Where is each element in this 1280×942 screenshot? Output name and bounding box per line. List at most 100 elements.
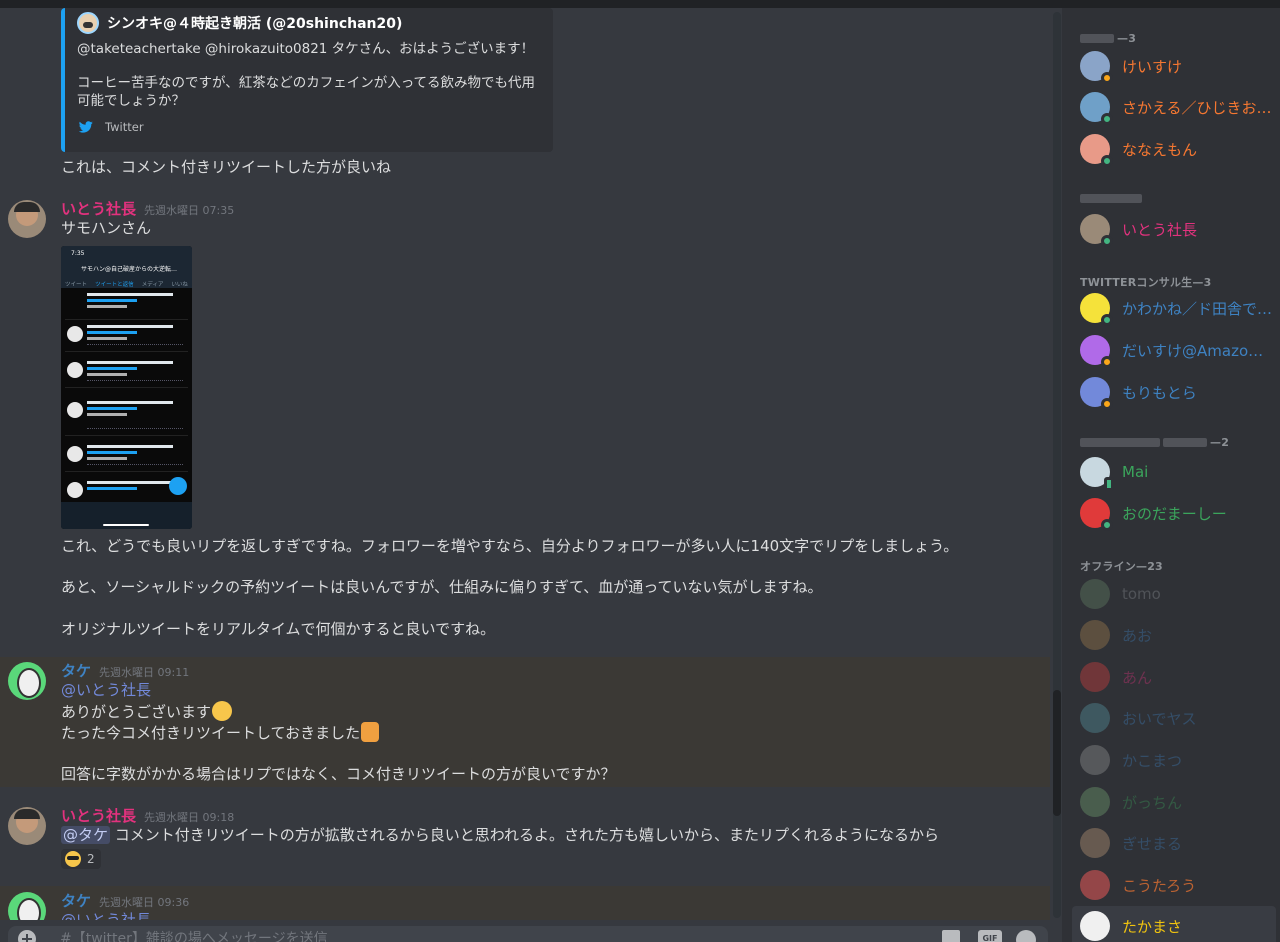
add-attachment-icon[interactable] bbox=[18, 930, 36, 942]
avatar[interactable] bbox=[8, 807, 46, 845]
member-group-header: —2 bbox=[1080, 436, 1229, 449]
avatar bbox=[1080, 293, 1113, 326]
avatar bbox=[1080, 870, 1110, 900]
member-item[interactable]: かこまつ bbox=[1072, 740, 1276, 780]
message-text: ありがとうございます bbox=[61, 703, 212, 721]
message-text: サモハンさん bbox=[61, 219, 152, 237]
avatar bbox=[1080, 134, 1113, 167]
chat-scrollbar[interactable] bbox=[1053, 12, 1061, 918]
member-name: Mai bbox=[1122, 463, 1149, 481]
redacted-role-name bbox=[1080, 194, 1142, 203]
message-input[interactable] bbox=[60, 928, 920, 942]
status-idle-icon bbox=[1101, 398, 1113, 410]
embed-author-avatar bbox=[77, 12, 99, 34]
username[interactable]: いとう社長 bbox=[61, 805, 136, 826]
scrollbar-thumb[interactable] bbox=[1053, 690, 1061, 816]
gift-icon[interactable] bbox=[942, 930, 960, 942]
member-item[interactable]: ぎせまる bbox=[1072, 823, 1276, 863]
username[interactable]: タケ bbox=[61, 890, 91, 911]
screenshot-attachment[interactable]: 7:35 サモハン@自己破産からの大逆転… ツイート ツイートと返信 メディア … bbox=[61, 246, 192, 529]
message-text: 回答に字数がかかる場合はリプではなく、コメ付きリツイートの方が良いですか？ bbox=[61, 765, 616, 783]
member-name: あお bbox=[1122, 626, 1153, 645]
embed-author-name[interactable]: シンオキ@４時起き朝活 (@20shinchan20) bbox=[107, 13, 402, 33]
discord-logo-icon bbox=[1080, 662, 1110, 692]
username[interactable]: いとう社長 bbox=[61, 198, 136, 219]
member-name: かわかね／ド田舎で… bbox=[1122, 299, 1272, 318]
message-text: オリジナルツイートをリアルタイムで何個かすると良いですね。 bbox=[61, 620, 496, 638]
status-mobile-icon bbox=[1104, 477, 1114, 491]
member-item[interactable]: さかえる／ひじきお… bbox=[1072, 87, 1276, 127]
avatar[interactable] bbox=[8, 662, 46, 700]
twitter-icon bbox=[79, 121, 93, 133]
relieved-face-emoji bbox=[212, 701, 233, 721]
attachment-tab: ツイート bbox=[65, 282, 88, 288]
username[interactable]: タケ bbox=[61, 660, 91, 681]
attachment-tweet bbox=[65, 442, 188, 472]
avatar bbox=[1080, 498, 1113, 531]
avatar bbox=[1080, 579, 1110, 609]
member-name: けいすけ bbox=[1122, 57, 1183, 76]
avatar bbox=[1080, 828, 1110, 858]
embed-author[interactable]: シンオキ@４時起き朝活 (@20shinchan20) bbox=[77, 12, 402, 34]
embed-footer: Twitter bbox=[79, 120, 144, 134]
avatar bbox=[1080, 51, 1113, 84]
member-item[interactable]: だいすけ@Amazonで… bbox=[1072, 330, 1276, 370]
member-item[interactable]: もりもとら bbox=[1072, 372, 1276, 412]
member-name: いとう社長 bbox=[1122, 220, 1198, 239]
avatar bbox=[1080, 214, 1113, 247]
member-item[interactable]: tomo bbox=[1072, 574, 1276, 614]
avatar bbox=[1080, 457, 1114, 491]
person-raising-hand-emoji bbox=[361, 722, 380, 742]
twitter-embed[interactable]: シンオキ@４時起き朝活 (@20shinchan20) @taketeacher… bbox=[61, 8, 553, 152]
message-line: @タケ コメント付きリツイートの方が拡散されるから良いと思われるよ。された方も嬉… bbox=[61, 825, 939, 845]
attachment-tweet bbox=[65, 290, 188, 320]
message-header: タケ 先週水曜日 09:11 bbox=[61, 660, 189, 681]
status-online-icon bbox=[1101, 235, 1113, 247]
attachment-tab: いいね bbox=[171, 282, 188, 288]
member-item[interactable]: こうたろう bbox=[1072, 865, 1276, 905]
discord-logo-icon bbox=[1080, 377, 1113, 410]
member-item[interactable]: かわかね／ド田舎で… bbox=[1072, 288, 1276, 328]
member-name: おのだまーしー bbox=[1122, 504, 1227, 523]
user-mention[interactable]: @いとう社長 bbox=[61, 680, 151, 700]
member-item[interactable]: がっちん bbox=[1072, 782, 1276, 822]
user-mention[interactable]: @タケ bbox=[61, 826, 111, 844]
member-name: tomo bbox=[1122, 585, 1161, 603]
avatar bbox=[1080, 620, 1110, 650]
gif-icon[interactable]: GIF bbox=[978, 930, 1002, 942]
message-text: これは、コメント付きリツイートした方が良いね bbox=[61, 158, 392, 176]
embed-description: @taketeachertake @hirokazuito0821 タケさん、お… bbox=[77, 40, 547, 110]
message-header: タケ 先週水曜日 09:36 bbox=[61, 890, 189, 911]
member-name: ぎせまる bbox=[1122, 834, 1183, 853]
member-item[interactable]: けいすけ bbox=[1072, 46, 1276, 86]
member-name: あん bbox=[1122, 668, 1153, 687]
member-name: ななえもん bbox=[1122, 140, 1198, 159]
member-name: だいすけ@Amazonで… bbox=[1122, 341, 1272, 360]
timestamp: 先週水曜日 09:11 bbox=[99, 666, 190, 679]
message-header: いとう社長 先週水曜日 09:18 bbox=[61, 805, 234, 826]
member-item[interactable]: おいでヤス bbox=[1072, 698, 1276, 738]
member-item[interactable]: たかまさ bbox=[1072, 906, 1276, 942]
message-line: ありがとうございます bbox=[61, 701, 233, 722]
member-group-header bbox=[1080, 194, 1145, 203]
timestamp: 先週水曜日 07:35 bbox=[144, 204, 235, 217]
attachment-tabbar bbox=[61, 502, 192, 529]
redacted-role-name bbox=[1080, 438, 1160, 447]
avatar bbox=[1080, 335, 1113, 368]
avatar[interactable] bbox=[8, 200, 46, 238]
reaction-button[interactable]: 2 bbox=[61, 849, 101, 869]
member-item[interactable]: Mai bbox=[1072, 452, 1276, 492]
message-line: たった今コメ付きリツイートしておきました bbox=[61, 722, 380, 743]
member-item[interactable]: おのだまーしー bbox=[1072, 493, 1276, 533]
member-item[interactable]: いとう社長 bbox=[1072, 209, 1276, 249]
user-mention[interactable]: @いとう社長 bbox=[61, 910, 151, 920]
member-item[interactable]: あん bbox=[1072, 657, 1276, 697]
member-item[interactable]: あお bbox=[1072, 615, 1276, 655]
emoji-picker-icon[interactable] bbox=[1016, 930, 1036, 942]
message-text: これ、どうでも良いリプを返しすぎですね。フォロワーを増やすなら、自分よりフォロワ… bbox=[61, 537, 959, 555]
redacted-role-name bbox=[1080, 34, 1114, 43]
member-item[interactable]: ななえもん bbox=[1072, 129, 1276, 169]
attachment-tweet bbox=[65, 358, 188, 388]
member-group-header: —3 bbox=[1080, 32, 1136, 45]
sunglasses-emoji bbox=[65, 851, 81, 867]
